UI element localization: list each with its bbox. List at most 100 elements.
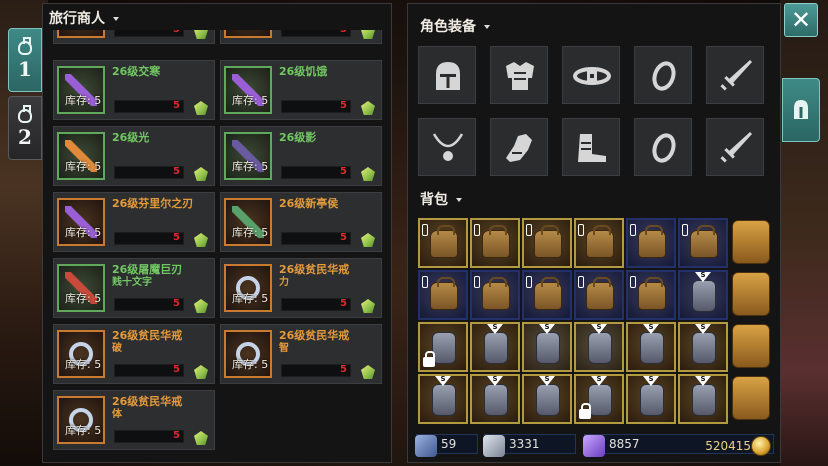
- tab-potion-1[interactable]: 1: [8, 28, 42, 92]
- bag-slot[interactable]: [678, 218, 728, 268]
- item-subname: 力: [279, 277, 289, 288]
- bag-slot[interactable]: S: [470, 322, 520, 372]
- sellable-badge-letter: S: [700, 375, 706, 383]
- crystal-gold-currency: 8857 520415: [583, 434, 774, 457]
- stock-label: 库存: 5: [65, 292, 102, 305]
- equipment-title-text: 角色装备: [420, 19, 476, 35]
- purple-blade-icon: 库存: 5: [57, 198, 105, 246]
- bag-slot[interactable]: [418, 218, 468, 268]
- bag-slot[interactable]: [522, 270, 572, 320]
- bag-slot[interactable]: S: [678, 270, 728, 320]
- extra-bag-icon[interactable]: [732, 376, 770, 420]
- armor-piece-icon: [484, 384, 508, 416]
- bag-slot[interactable]: [470, 218, 520, 268]
- item-name-line: 26级光: [112, 131, 150, 144]
- merchant-item[interactable]: 库存: 5 26级交寒 5: [53, 60, 215, 120]
- armor-piece-icon: [588, 332, 612, 364]
- equipment-panel: 角色装备 背包 SSSSSSSSSSSS 59 3331 8857 520415: [407, 3, 781, 463]
- bag-slot[interactable]: S: [522, 374, 572, 424]
- backpack-icon: [690, 225, 718, 258]
- price-value: 5: [173, 166, 180, 177]
- bag-slot[interactable]: S: [678, 374, 728, 424]
- close-icon: ✕: [790, 6, 812, 34]
- bag-slot[interactable]: S: [626, 322, 676, 372]
- tab-equipment[interactable]: [782, 78, 820, 142]
- merchant-item[interactable]: 库存: 5 26级屠魔巨刃 贱十文字 5: [53, 258, 215, 318]
- sellable-badge-letter: S: [700, 271, 706, 279]
- bag-slot[interactable]: [418, 322, 468, 372]
- item-name: 26级芬里尔之刃: [112, 197, 212, 210]
- chest-slot[interactable]: [490, 46, 548, 104]
- merchant-item-list[interactable]: 库存: 5 5 库存: 5 5 库存: 5 26级交寒 5 库存: 5 26级饥饿 5 库存: 5 2…: [53, 30, 389, 460]
- close-button[interactable]: ✕: [784, 3, 818, 37]
- bag-title[interactable]: 背包: [420, 189, 462, 209]
- bag-slot[interactable]: S: [678, 322, 728, 372]
- gem-currency-icon: [194, 299, 208, 313]
- bound-marker-icon: [422, 276, 428, 288]
- backpack-icon: [534, 225, 562, 258]
- item-name-line: 26级交寒: [112, 65, 161, 78]
- merchant-item[interactable]: 库存: 5 26级光 5: [53, 126, 215, 186]
- bag-slot[interactable]: [522, 218, 572, 268]
- equipment-title[interactable]: 角色装备: [420, 16, 490, 36]
- bag-slot[interactable]: S: [470, 374, 520, 424]
- helmet-icon: [436, 62, 460, 90]
- ring-slot-1[interactable]: [634, 46, 692, 104]
- sword-currency: 59: [415, 434, 478, 457]
- bag-grid: S S S S S S S S S S S S: [418, 218, 728, 426]
- bag-slot[interactable]: [470, 270, 520, 320]
- bag-slot[interactable]: S: [418, 374, 468, 424]
- extra-bag-icon[interactable]: [732, 324, 770, 368]
- bag-slot[interactable]: S: [522, 322, 572, 372]
- bag-slot[interactable]: [574, 218, 624, 268]
- bag-side-column: [730, 218, 772, 426]
- bag-slot[interactable]: S: [574, 322, 624, 372]
- merchant-item[interactable]: 库存: 5 26级芬里尔之刃 5: [53, 192, 215, 252]
- bag-slot[interactable]: S: [574, 374, 624, 424]
- item-name-line: 26级贫民华戒: [112, 329, 183, 342]
- bag-slot[interactable]: S: [626, 374, 676, 424]
- sword-token-icon: [415, 435, 437, 457]
- bag-slot[interactable]: [626, 270, 676, 320]
- background-scenery-right: [780, 0, 828, 466]
- bag-slot[interactable]: [418, 270, 468, 320]
- merchant-item[interactable]: 库存: 5 26级饥饿 5: [220, 60, 382, 120]
- price-bar: 5: [281, 166, 351, 179]
- sellable-badge-letter: S: [596, 323, 602, 331]
- merchant-item[interactable]: 库存: 5 26级影 5: [220, 126, 382, 186]
- purple-sword-icon: 库存: 5: [224, 66, 272, 114]
- armor-piece-icon: [692, 280, 716, 312]
- armor-piece-icon: [640, 384, 664, 416]
- boots-slot[interactable]: [562, 118, 620, 176]
- merchant-item[interactable]: 库存: 5 5: [220, 30, 382, 44]
- item-name-line: 26级屠魔巨刃: [112, 263, 183, 276]
- bound-marker-icon: [682, 224, 688, 236]
- gloves-icon: [506, 134, 532, 162]
- lock-icon: [423, 351, 435, 367]
- item-name: 26级光: [112, 131, 212, 144]
- weapon-slot-1[interactable]: [706, 46, 764, 104]
- helmet-slot[interactable]: [418, 46, 476, 104]
- merchant-item[interactable]: 库存: 5 26级新亭侯 5: [220, 192, 382, 252]
- necklace-slot[interactable]: [418, 118, 476, 176]
- merchant-item[interactable]: 库存: 5 26级贫民华戒力 5: [220, 258, 382, 318]
- merchant-item[interactable]: 库存: 5 5: [53, 30, 215, 44]
- item-name-line: 26级新亭侯: [279, 197, 339, 210]
- ring-slot-2[interactable]: [634, 118, 692, 176]
- extra-bag-icon[interactable]: [732, 220, 770, 264]
- merchant-item[interactable]: 库存: 5 26级贫民华戒体 5: [53, 390, 215, 450]
- merchant-item[interactable]: 库存: 5 26级贫民华戒破 5: [53, 324, 215, 384]
- bag-slot[interactable]: [574, 270, 624, 320]
- belt-slot[interactable]: [562, 46, 620, 104]
- bag-slot[interactable]: [626, 218, 676, 268]
- item-name: 26级新亭侯: [279, 197, 379, 210]
- potion-icon: [18, 37, 32, 55]
- gloves-slot[interactable]: [490, 118, 548, 176]
- extra-bag-icon[interactable]: [732, 272, 770, 316]
- merchant-item[interactable]: 库存: 5 26级贫民华戒智 5: [220, 324, 382, 384]
- stock-label: 库存: 5: [65, 358, 102, 371]
- tab-potion-2[interactable]: 2: [8, 96, 42, 160]
- price-value: 5: [340, 100, 347, 111]
- merchant-title[interactable]: 旅行商人: [49, 8, 119, 28]
- weapon-slot-2[interactable]: [706, 118, 764, 176]
